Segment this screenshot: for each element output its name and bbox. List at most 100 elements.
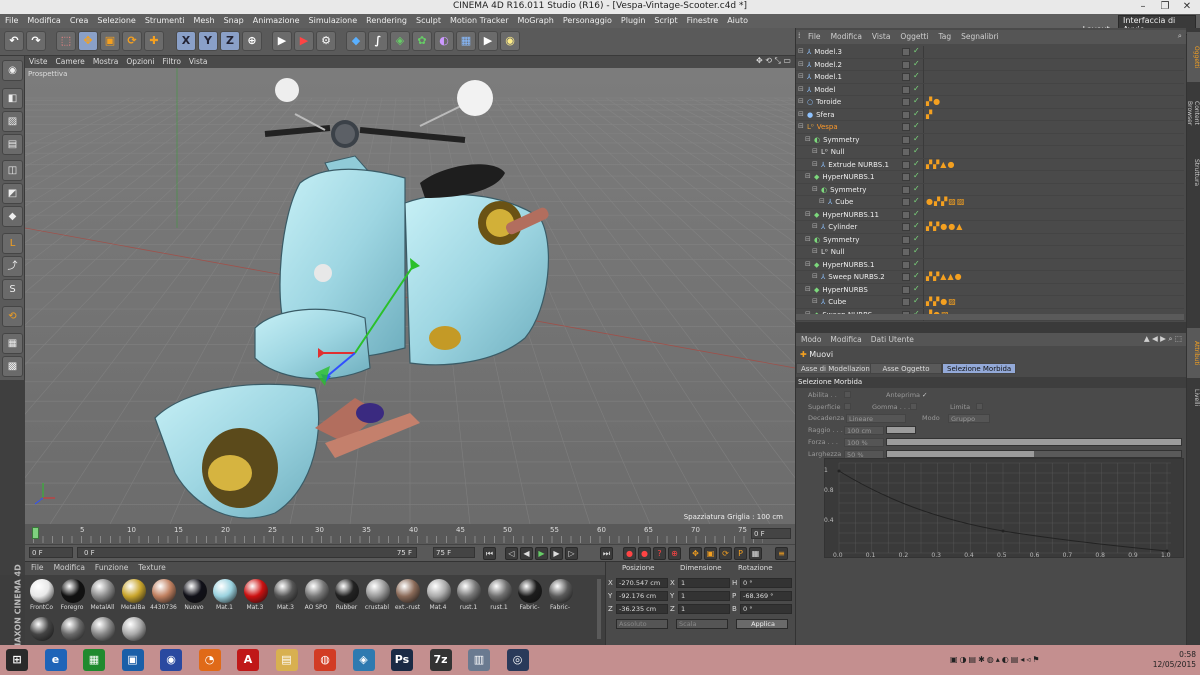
tab-modeling-axis[interactable]: Asse di Modellazione: [796, 363, 880, 374]
texture-mode-icon[interactable]: ▨: [2, 111, 23, 132]
mograph-icon[interactable]: ✿: [412, 31, 432, 51]
material-swatch[interactable]: Mat.3: [241, 577, 270, 611]
material-swatch[interactable]: 4430736: [149, 577, 178, 611]
snap-icon[interactable]: S: [2, 279, 23, 300]
restrict-checkbox[interactable]: [976, 403, 983, 410]
maximize-button[interactable]: ❐: [1154, 0, 1176, 14]
tweak-mode-icon[interactable]: ⤴: [2, 256, 23, 277]
key-mode-icon[interactable]: ⊕: [668, 547, 681, 560]
taskbar-app-icon[interactable]: e: [44, 649, 67, 671]
tab-soft-selection[interactable]: Selezione Morbida: [942, 363, 1017, 374]
material-swatch[interactable]: rust.1: [454, 577, 483, 611]
attribute-menu-modo[interactable]: Modo: [796, 333, 825, 344]
visibility-toggle[interactable]: [902, 48, 910, 56]
object-row[interactable]: ⊟ ⅄ Model.3 ✓: [796, 46, 1184, 59]
object-menu-tag[interactable]: Tag: [932, 30, 955, 41]
object-row[interactable]: ⊟ ⅄ Cube ✓ ▞▞●▨: [796, 296, 1184, 309]
record-key-icon[interactable]: ●: [623, 547, 636, 560]
frame-range-slider[interactable]: 0 F 75 F: [77, 547, 417, 558]
render-settings-icon[interactable]: ⚙: [316, 31, 336, 51]
last-tool-icon[interactable]: ✚: [144, 31, 164, 51]
enabled-check-icon[interactable]: ✓: [913, 46, 920, 55]
taskbar-app-icon[interactable]: ▦: [83, 649, 105, 671]
material-swatch[interactable]: [27, 615, 56, 643]
deformer-icon[interactable]: ◐: [434, 31, 454, 51]
enabled-check-icon[interactable]: ✓: [913, 246, 920, 255]
play-icon[interactable]: ▶: [535, 547, 548, 560]
key-param-icon[interactable]: P: [734, 547, 747, 560]
falloff-curve-graph[interactable]: 1 0.8 0.4 0.0 0.1 0.2 0.3 0.4 0.5 0.6 0.7 0.8 0.9 1.…: [824, 458, 1184, 559]
material-swatch[interactable]: MetalAll: [88, 577, 117, 611]
radius-slider[interactable]: [886, 426, 916, 434]
minimize-button[interactable]: –: [1132, 0, 1154, 14]
visibility-toggle[interactable]: [902, 73, 910, 81]
expand-icon[interactable]: ⊟: [805, 260, 811, 268]
enabled-check-icon[interactable]: ✓: [913, 284, 920, 293]
preview-checkbox[interactable]: ✓: [922, 391, 927, 399]
visibility-toggle[interactable]: [902, 173, 910, 181]
object-menu-modifica[interactable]: Modifica: [825, 30, 866, 41]
prev-key-icon[interactable]: ◁: [505, 547, 518, 560]
viewport-menu-opzioni[interactable]: Opzioni: [122, 56, 158, 66]
axis-mode-icon[interactable]: L: [2, 233, 23, 254]
enabled-check-icon[interactable]: ✓: [913, 271, 920, 280]
timeline-end-field[interactable]: 0 F: [751, 528, 791, 539]
material-menu-funzione[interactable]: Funzione: [89, 562, 132, 572]
object-row[interactable]: ⊟ ⅄ Cylinder ✓ ▞▞●●▲: [796, 221, 1184, 234]
coord-mode-dropdown[interactable]: Assoluto: [616, 619, 668, 629]
enabled-check-icon[interactable]: ✓: [913, 109, 920, 118]
viewport-menu-viste[interactable]: Viste: [25, 56, 52, 66]
viewport-nav-icons[interactable]: ✥ ⟲ ⤡ ▭: [756, 56, 791, 66]
visibility-toggle[interactable]: [902, 160, 910, 169]
taskbar-app-icon[interactable]: ▥: [468, 649, 490, 671]
taskbar-app-icon[interactable]: ◎: [506, 649, 529, 671]
tray-icons[interactable]: ▣◑▤✱◍▴◐▤◂◃⚑: [950, 655, 1042, 664]
size-field[interactable]: 1: [678, 604, 730, 614]
object-tags[interactable]: ▞●: [926, 97, 941, 106]
size-mode-dropdown[interactable]: Scala: [676, 619, 728, 629]
expand-icon[interactable]: ⊟: [812, 222, 818, 230]
scene-icon[interactable]: ▦: [456, 31, 476, 51]
strength-field[interactable]: 100 %: [844, 438, 884, 447]
enable-checkbox[interactable]: [844, 391, 851, 398]
key-scale-icon[interactable]: ▣: [704, 547, 717, 560]
material-scrollbar[interactable]: [597, 579, 601, 639]
timeline[interactable]: 051015202530354045505560657075 0 F: [25, 524, 795, 544]
enabled-check-icon[interactable]: ✓: [913, 121, 920, 130]
object-menu-segnalibri[interactable]: Segnalibri: [955, 30, 1003, 41]
menu-personaggio[interactable]: Personaggio: [558, 14, 616, 25]
object-row[interactable]: ⊟ ⅄ Extrude NURBS.1 ✓ ▞▞▲●: [796, 158, 1184, 171]
next-frame-icon[interactable]: ▶: [550, 547, 563, 560]
enabled-check-icon[interactable]: ✓: [913, 59, 920, 68]
menu-script[interactable]: Script: [649, 14, 681, 25]
visibility-toggle[interactable]: [902, 298, 910, 306]
expand-icon[interactable]: ⊟: [798, 97, 804, 105]
enabled-check-icon[interactable]: ✓: [913, 71, 920, 80]
menu-rendering[interactable]: Rendering: [361, 14, 411, 25]
object-row[interactable]: ⊟ ● Sfera ✓ ▞: [796, 108, 1184, 121]
strength-slider[interactable]: [886, 438, 1182, 446]
expand-icon[interactable]: ⊟: [798, 110, 804, 118]
side-tab[interactable]: Content Browser: [1186, 88, 1200, 138]
position-field[interactable]: -270.547 cm: [616, 578, 668, 588]
playhead[interactable]: [32, 527, 39, 539]
object-row[interactable]: ⊟ ⅄ Model.2 ✓: [796, 58, 1184, 71]
object-row[interactable]: ⊟ ⅄ Sweep NURBS.2 ✓ ▞▞▲▲●: [796, 271, 1184, 284]
enabled-check-icon[interactable]: ✓: [913, 196, 920, 205]
menu-modifica[interactable]: Modifica: [22, 14, 64, 25]
live-selection-icon[interactable]: ⬚: [56, 31, 76, 51]
object-tags[interactable]: ▞▞▲●: [926, 160, 955, 169]
attribute-menu-modifica[interactable]: Modifica: [825, 333, 865, 344]
taskbar-app-icon[interactable]: ◔: [198, 649, 221, 671]
taskbar-app-icon[interactable]: A: [237, 649, 259, 671]
object-row[interactable]: ⊟ ◐ Symmetry ✓: [796, 183, 1184, 196]
expand-icon[interactable]: ⊟: [805, 235, 811, 243]
object-hscrollbar[interactable]: [796, 314, 1184, 320]
side-tab[interactable]: Oggetti: [1187, 32, 1200, 82]
expand-icon[interactable]: ⊟: [805, 135, 811, 143]
viewport[interactable]: Prospettiva Spazziatura Griglia : 100 cm: [25, 68, 795, 524]
clock[interactable]: 0:58 12/05/2015: [1153, 650, 1196, 670]
expand-icon[interactable]: ⊟: [812, 247, 818, 255]
object-row[interactable]: ⊟ ◆ HyperNURBS ✓: [796, 283, 1184, 296]
visibility-toggle[interactable]: [902, 198, 910, 206]
